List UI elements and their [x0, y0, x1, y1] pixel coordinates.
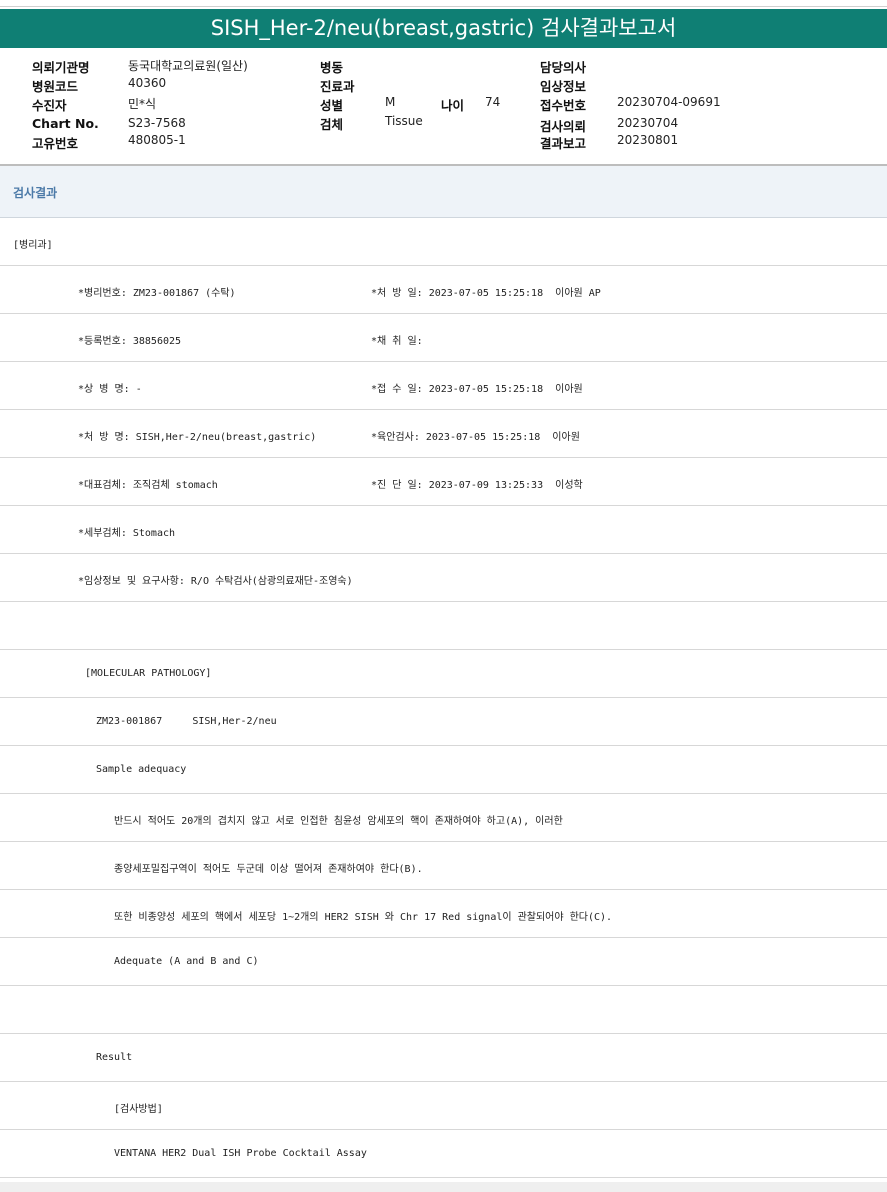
- row-text: *등록번호: 38856025: [78, 336, 182, 347]
- value-sex: M: [385, 95, 396, 109]
- row-text-right: *채 취 일:: [371, 336, 423, 347]
- result-row: VENTANA HER2 Dual ISH Probe Cocktail Ass…: [0, 1130, 887, 1178]
- value-hospital-code: 40360: [128, 76, 167, 90]
- label-department: 진료과: [320, 79, 355, 94]
- label-report-date: 결과보고: [540, 136, 587, 151]
- result-row: *임상정보 및 요구사항: R/O 수탁검사(삼광의료재단-조영숙): [0, 554, 887, 602]
- top-border: [0, 0, 887, 7]
- result-row: *병리번호: ZM23-001867 (수탁) *처 방 일: 2023-07-0…: [0, 266, 887, 314]
- row-text: ZM23-001867 SISH,Her-2/neu: [96, 716, 277, 727]
- result-row: [0, 986, 887, 1034]
- row-text: *임상정보 및 요구사항: R/O 수탁검사(삼광의료재단-조영숙): [78, 576, 353, 587]
- result-row: 종양세포밀집구역이 적어도 두군데 이상 떨어져 존재하여야 한다(B).: [0, 842, 887, 890]
- label-patient: 수진자: [32, 98, 67, 113]
- value-age: 74: [485, 95, 501, 109]
- row-text: [병리과]: [13, 240, 53, 251]
- label-clinical-info: 임상정보: [540, 79, 587, 94]
- row-text: Adequate (A and B and C): [114, 956, 259, 967]
- row-text-right: *접 수 일: 2023-07-05 15:25:18 이아원: [371, 384, 583, 395]
- horizontal-scrollbar[interactable]: [0, 1182, 887, 1192]
- row-text: Sample adequacy: [96, 764, 187, 775]
- result-row: Result: [0, 1034, 887, 1082]
- value-patient: 민*식: [128, 97, 157, 111]
- row-text: *세부검체: Stomach: [78, 528, 176, 539]
- result-row: *등록번호: 38856025 *채 취 일:: [0, 314, 887, 362]
- value-request-date: 20230704: [617, 116, 679, 130]
- label-ward: 병동: [320, 60, 344, 75]
- row-text-right: *진 단 일: 2023-07-09 13:25:33 이성학: [371, 480, 583, 491]
- result-rows: [병리과] *병리번호: ZM23-001867 (수탁) *처 방 일: 202…: [0, 218, 887, 1178]
- result-row: [검사방법]: [0, 1082, 887, 1130]
- result-row: *대표검체: 조직검체 stomach *진 단 일: 2023-07-09 13…: [0, 458, 887, 506]
- row-text: Result: [96, 1052, 133, 1063]
- report-title: SISH_Her-2/neu(breast,gastric) 검사결과보고서: [0, 9, 887, 48]
- row-text: 반드시 적어도 20개의 겹치지 않고 서로 인접한 침윤성 암세포의 핵이 존…: [114, 816, 563, 827]
- value-requesting-institution: 동국대학교의료원(일산): [128, 59, 248, 73]
- result-row: *세부검체: Stomach: [0, 506, 887, 554]
- result-row: 또한 비종양성 세포의 핵에서 세포당 1~2개의 HER2 SISH 와 Ch…: [0, 890, 887, 938]
- section-header: 검사결과: [0, 166, 887, 218]
- patient-info-block: 의뢰기관명 동국대학교의료원(일산) 병원코드 40360 수진자 민*식 Ch…: [0, 52, 887, 164]
- label-age: 나이: [441, 98, 465, 113]
- row-text: 종양세포밀집구역이 적어도 두군데 이상 떨어져 존재하여야 한다(B).: [114, 864, 423, 875]
- result-row: [MOLECULAR PATHOLOGY]: [0, 650, 887, 698]
- value-chart-no: S23-7568: [128, 116, 186, 130]
- row-text: 또한 비종양성 세포의 핵에서 세포당 1~2개의 HER2 SISH 와 Ch…: [114, 912, 613, 923]
- row-text: *대표검체: 조직검체 stomach: [78, 480, 218, 491]
- result-row: ZM23-001867 SISH,Her-2/neu: [0, 698, 887, 746]
- row-text-right: *육안검사: 2023-07-05 15:25:18 이아원: [371, 432, 580, 443]
- label-doctor: 담당의사: [540, 60, 587, 75]
- label-accession-no: 접수번호: [540, 98, 587, 113]
- row-text: *상 병 명: -: [78, 384, 142, 395]
- result-row: *상 병 명: - *접 수 일: 2023-07-05 15:25:18 이아원: [0, 362, 887, 410]
- result-row: [0, 602, 887, 650]
- value-specimen: Tissue: [385, 114, 423, 128]
- value-accession-no: 20230704-09691: [617, 95, 721, 109]
- row-text-right: *처 방 일: 2023-07-05 15:25:18 이아원 AP: [371, 288, 601, 299]
- result-row: Adequate (A and B and C): [0, 938, 887, 986]
- result-row: [병리과]: [0, 218, 887, 266]
- row-text: VENTANA HER2 Dual ISH Probe Cocktail Ass…: [114, 1148, 367, 1159]
- label-hospital-code: 병원코드: [32, 79, 79, 94]
- label-unique-no: 고유번호: [32, 136, 79, 151]
- row-text: [검사방법]: [114, 1104, 163, 1115]
- row-text: [MOLECULAR PATHOLOGY]: [85, 668, 212, 679]
- section-title: 검사결과: [13, 186, 58, 200]
- value-unique-no: 480805-1: [128, 133, 186, 147]
- row-text: *처 방 명: SISH,Her-2/neu(breast,gastric): [78, 432, 317, 443]
- result-row: 반드시 적어도 20개의 겹치지 않고 서로 인접한 침윤성 암세포의 핵이 존…: [0, 794, 887, 842]
- label-specimen: 검체: [320, 117, 344, 132]
- label-requesting-institution: 의뢰기관명: [32, 60, 90, 75]
- result-row: Sample adequacy: [0, 746, 887, 794]
- label-chart-no: Chart No.: [32, 116, 99, 131]
- result-row: *처 방 명: SISH,Her-2/neu(breast,gastric) *육…: [0, 410, 887, 458]
- value-report-date: 20230801: [617, 133, 679, 147]
- row-text: *병리번호: ZM23-001867 (수탁): [78, 288, 236, 299]
- label-sex: 성별: [320, 98, 344, 113]
